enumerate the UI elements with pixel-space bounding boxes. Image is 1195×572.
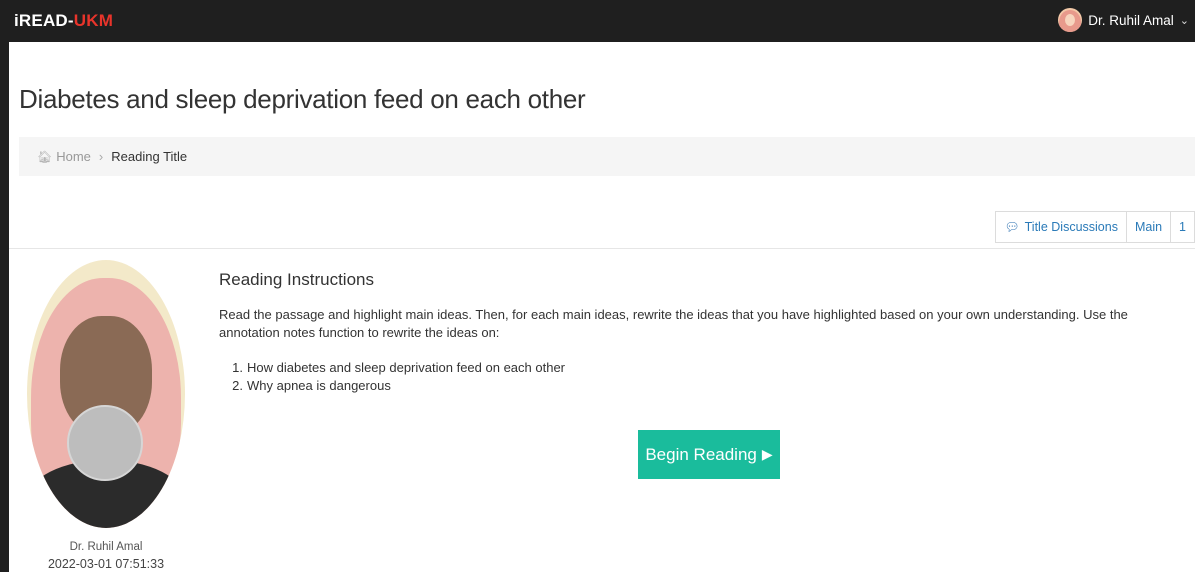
user-name: Dr. Ruhil Amal: [1088, 12, 1174, 28]
brand-logo[interactable]: iREAD-UKM: [14, 11, 113, 31]
breadcrumb-home-link[interactable]: Home: [56, 149, 91, 164]
tab-title-discussions-label: Title Discussions: [1024, 220, 1118, 234]
tab-page-1[interactable]: 1: [1171, 212, 1195, 242]
breadcrumb-current: Reading Title: [111, 149, 188, 164]
list-item: 2. Why apnea is dangerous: [232, 378, 391, 393]
page-title: Diabetes and sleep deprivation feed on e…: [19, 84, 586, 114]
instructions-text: Read the passage and highlight main idea…: [219, 307, 1128, 340]
title-tabs: 💬︎ Title Discussions Main 1: [995, 211, 1195, 243]
home-icon: 🏠︎: [37, 149, 53, 164]
top-navbar: iREAD-UKM Dr. Ruhil Amal ⌄: [0, 0, 1195, 42]
tab-main[interactable]: Main: [1127, 212, 1172, 242]
author-timestamp: 2022-03-01 07:51:33: [47, 557, 165, 571]
brand-accent: UKM: [73, 11, 114, 30]
instructions-list: 1. How diabetes and sleep deprivation fe…: [229, 359, 565, 395]
list-item: 1. How diabetes and sleep deprivation fe…: [232, 360, 565, 375]
instructions-heading: Reading Instructions: [219, 270, 374, 289]
chevron-down-icon: ⌄: [1179, 14, 1189, 27]
window-frame: [0, 0, 9, 572]
author-name: Dr. Ruhil Amal: [69, 541, 143, 553]
begin-reading-label: Begin Reading: [645, 444, 757, 464]
author-photo: [27, 260, 185, 528]
play-icon: ▶︎: [761, 446, 773, 462]
chat-icon: 💬︎: [1004, 220, 1020, 234]
breadcrumb-separator: ›: [98, 149, 104, 164]
user-menu[interactable]: Dr. Ruhil Amal ⌄: [1058, 8, 1189, 32]
begin-reading-button[interactable]: Begin Reading ▶︎: [638, 430, 780, 479]
section-divider: [9, 248, 1195, 249]
brand-main: iREAD-: [14, 11, 74, 30]
blurred-face: [67, 405, 143, 481]
tab-title-discussions[interactable]: 💬︎ Title Discussions: [996, 212, 1127, 242]
avatar: [1058, 8, 1083, 32]
breadcrumb: 🏠︎ Home › Reading Title: [19, 137, 1195, 176]
